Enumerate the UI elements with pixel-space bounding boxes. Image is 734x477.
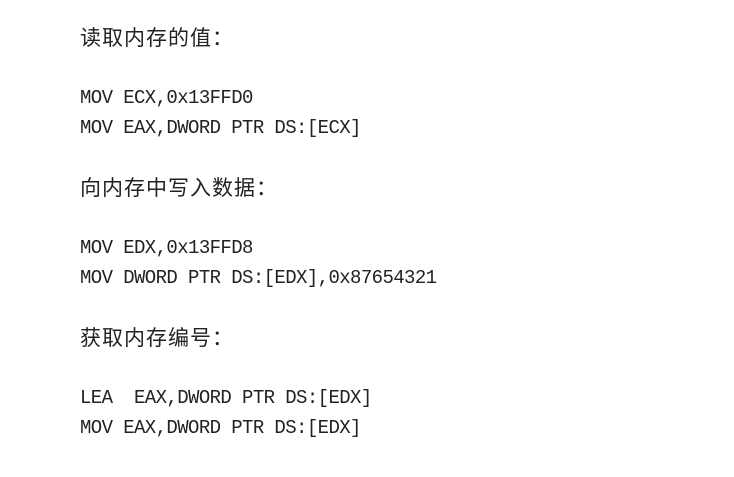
code-line: MOV DWORD PTR DS:[EDX],0x87654321: [80, 267, 437, 289]
section-heading-write-memory: 向内存中写入数据：: [80, 176, 278, 200]
code-line: MOV ECX,0x13FFD0: [80, 87, 253, 109]
code-line: LEA EAX,DWORD PTR DS:[EDX]: [80, 387, 372, 409]
code-line: MOV EAX,DWORD PTR DS:[EDX]: [80, 417, 361, 439]
code-line: MOV EAX,DWORD PTR DS:[ECX]: [80, 117, 361, 139]
code-line: MOV EDX,0x13FFD8: [80, 237, 253, 259]
section-heading-read-memory: 读取内存的值：: [80, 26, 234, 50]
section-heading-memory-address: 获取内存编号：: [80, 326, 234, 350]
document-body: 读取内存的值： MOV ECX,0x13FFD0 MOV EAX,DWORD P…: [80, 23, 720, 443]
